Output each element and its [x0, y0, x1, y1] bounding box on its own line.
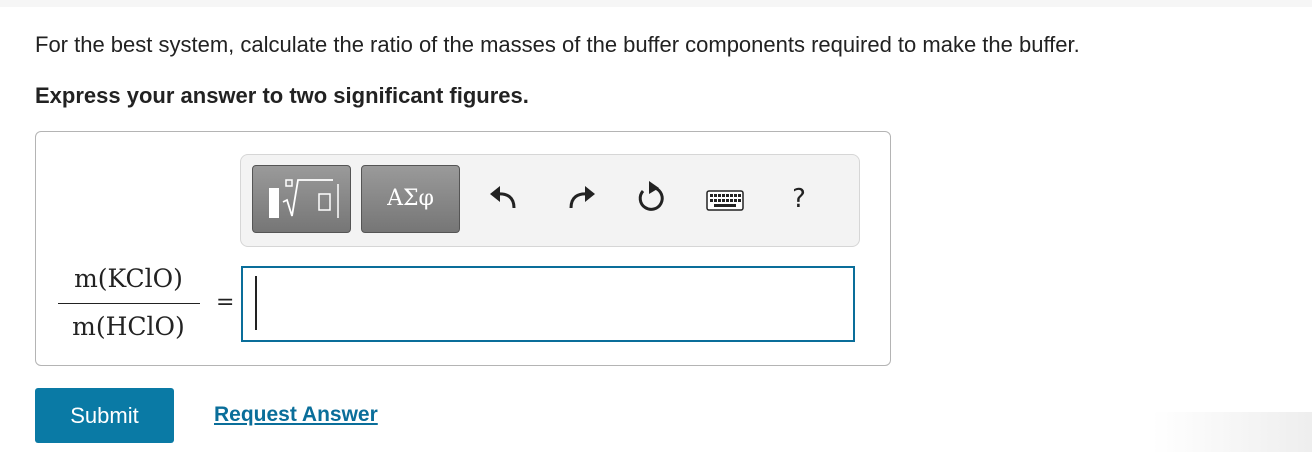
keyboard-icon [706, 190, 744, 211]
math-toolbar: ΑΣφ ? [240, 154, 860, 247]
corner-shadow [1152, 412, 1312, 452]
redo-icon [569, 186, 595, 209]
reset-icon [638, 181, 664, 211]
answer-input[interactable] [241, 266, 855, 342]
reset-button[interactable] [631, 177, 671, 221]
redo-button[interactable] [561, 177, 601, 221]
request-answer-link[interactable]: Request Answer [214, 402, 378, 428]
undo-icon [490, 186, 516, 209]
help-label: ? [792, 184, 806, 214]
text-caret [255, 276, 257, 330]
top-strip [0, 0, 1312, 7]
symbols-button[interactable]: ΑΣφ [361, 165, 460, 233]
fraction-denominator: m(HClO) [72, 312, 185, 341]
keyboard-button[interactable] [703, 177, 749, 221]
fraction-root-template-icon [269, 179, 339, 218]
fraction-numerator: m(KClO) [74, 264, 183, 293]
question-text: For the best system, calculate the ratio… [35, 32, 1080, 57]
help-button[interactable]: ? [779, 177, 819, 221]
ratio-fraction: m(KClO) m(HClO) [56, 260, 201, 344]
symbols-label: ΑΣφ [387, 186, 434, 211]
answer-panel: ΑΣφ ? m(KClO) m(HClO) = [35, 131, 891, 366]
fraction-bar [58, 303, 200, 304]
submit-button[interactable]: Submit [35, 388, 174, 443]
templates-button[interactable] [252, 165, 351, 233]
instruction-text: Express your answer to two significant f… [35, 83, 529, 108]
equals-sign: = [216, 290, 235, 315]
undo-button[interactable] [484, 177, 524, 221]
